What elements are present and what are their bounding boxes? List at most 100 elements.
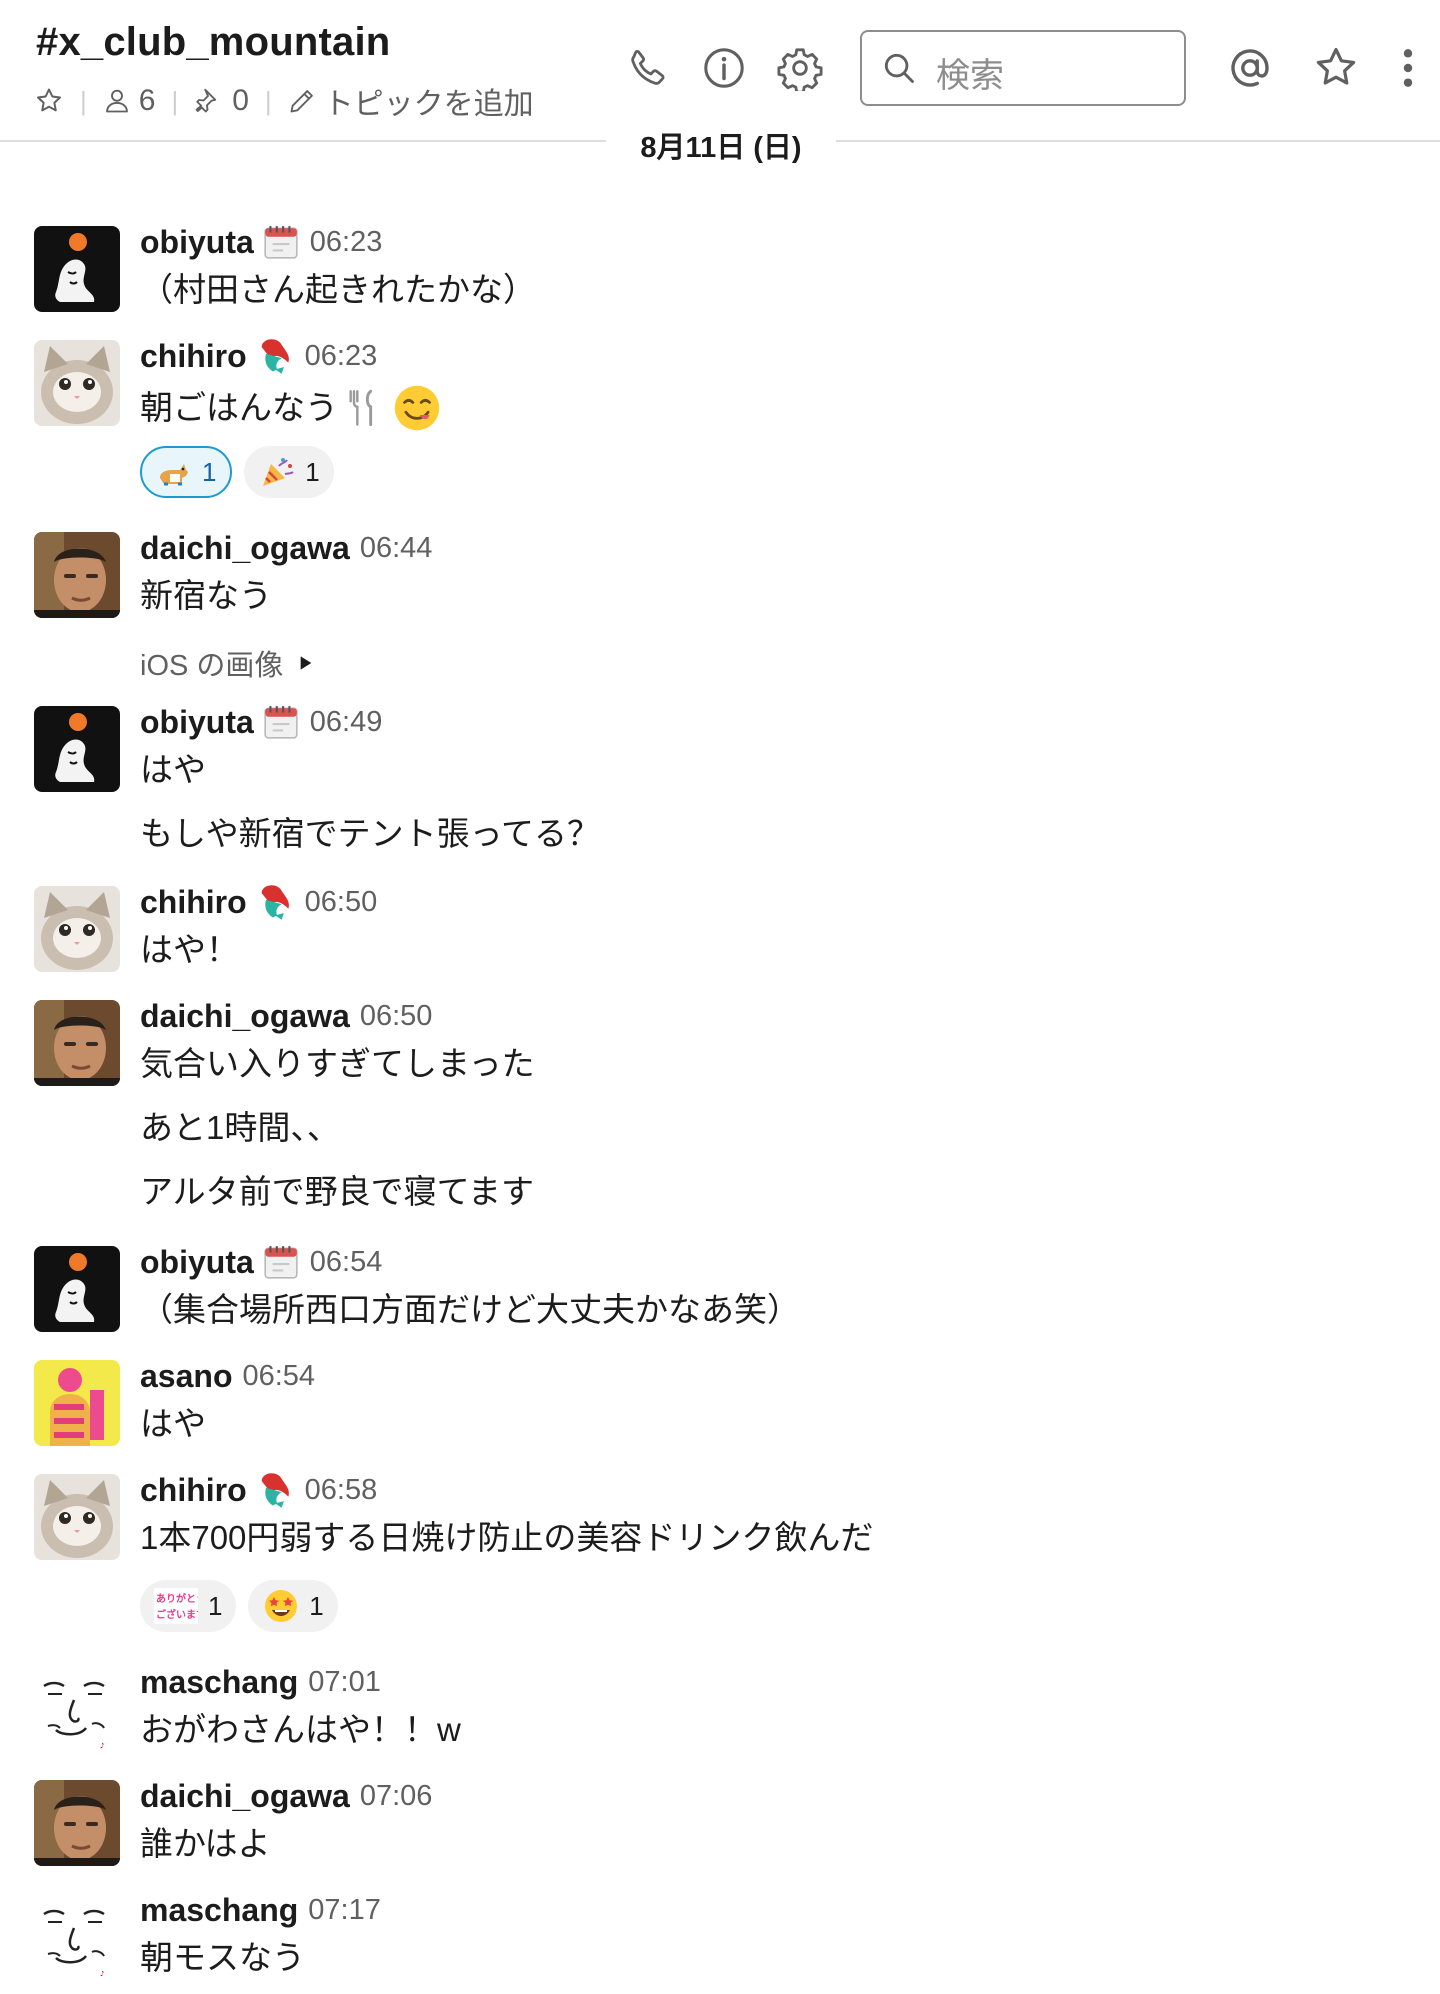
avatar[interactable]: [34, 340, 120, 426]
person-icon: [105, 89, 128, 113]
channel-settings-button[interactable]: [772, 40, 828, 96]
username[interactable]: daichi_ogawa: [140, 998, 350, 1035]
message-header: daichi_ogawa 06:44: [140, 528, 432, 568]
member-count: 6: [138, 84, 156, 117]
mermaid-icon[interactable]: [255, 336, 295, 376]
add-topic-button[interactable]: トピックを追加: [288, 79, 534, 123]
pinned-count: 0: [232, 84, 249, 117]
timestamp[interactable]: 06:23: [310, 226, 383, 259]
reaction-party[interactable]: 1: [244, 446, 335, 498]
more-icon: [1403, 49, 1413, 87]
avatar[interactable]: [34, 1000, 120, 1086]
avatar[interactable]: [34, 886, 120, 972]
phone-icon: [631, 50, 665, 85]
username[interactable]: obiyuta: [140, 704, 254, 741]
avatar[interactable]: [34, 1360, 120, 1446]
avatar[interactable]: [34, 1246, 120, 1332]
username[interactable]: maschang: [140, 1664, 298, 1701]
avatar[interactable]: [34, 532, 120, 618]
message-text: 朝モスなう: [140, 1939, 305, 1976]
message-text: はや: [140, 751, 206, 788]
timestamp[interactable]: 06:54: [242, 1360, 315, 1393]
message-text: 気合い入りすぎてしまった: [140, 1045, 535, 1082]
username[interactable]: chihiro: [140, 1472, 247, 1509]
username[interactable]: daichi_ogawa: [140, 1778, 350, 1815]
reaction-star-struck[interactable]: 1: [248, 1580, 339, 1632]
add-topic-label: トピックを追加: [323, 88, 534, 121]
message-header: chihiro 06:58: [140, 1470, 377, 1510]
image-attachment-toggle[interactable]: iOS の画像: [140, 642, 313, 684]
search-icon: [884, 53, 914, 83]
avatar[interactable]: [34, 706, 120, 792]
username[interactable]: obiyuta: [140, 1244, 254, 1281]
star-struck-icon: [263, 1588, 299, 1624]
pencil-icon: [290, 90, 313, 113]
search-input[interactable]: 検索: [860, 30, 1186, 106]
fork-knife-icon: [344, 383, 384, 433]
mentions-button[interactable]: [1222, 40, 1278, 96]
channel-title[interactable]: #x_club_mountain: [36, 20, 390, 65]
message-header: daichi_ogawa 06:50: [140, 996, 432, 1036]
timestamp[interactable]: 06:54: [310, 1246, 383, 1279]
channel-header: #x_club_mountain | 6 | 0 | トピックを追加 検索: [0, 0, 1440, 140]
attachment-label: iOS の画像: [140, 650, 284, 682]
message-text: （村田さん起きれたかな）: [140, 271, 536, 308]
reaction-count: 1: [208, 1590, 223, 1621]
username[interactable]: chihiro: [140, 884, 247, 921]
timestamp[interactable]: 06:23: [305, 340, 378, 373]
timestamp[interactable]: 06:49: [310, 706, 383, 739]
message-text: 朝ごはんなう: [140, 389, 338, 426]
username[interactable]: chihiro: [140, 338, 247, 375]
message-text: はや！: [140, 931, 239, 968]
timestamp[interactable]: 07:06: [360, 1780, 433, 1813]
message-text: （集合場所西口方面だけど大丈夫かなあ笑）: [140, 1291, 800, 1328]
channel-details-button[interactable]: [696, 40, 752, 96]
message-text: 1本700円弱する日焼け防止の美容ドリンク飲んだ: [140, 1519, 874, 1556]
reaction-count: 1: [202, 456, 217, 487]
avatar[interactable]: [34, 1894, 120, 1980]
message-text: おがわさんはや！！w: [140, 1711, 461, 1748]
mermaid-icon[interactable]: [255, 1470, 295, 1510]
message-text: 新宿なう: [140, 577, 272, 614]
message-text: あと1時間、、: [140, 1109, 340, 1146]
pinned-count-button[interactable]: 0: [194, 84, 249, 118]
message-text: はや: [140, 1405, 206, 1442]
star-channel-button[interactable]: [34, 86, 64, 116]
username[interactable]: maschang: [140, 1892, 298, 1929]
avatar[interactable]: [34, 1666, 120, 1752]
message-text: アルタ前で野良で寝てます: [140, 1173, 535, 1210]
calendar-icon[interactable]: [262, 703, 300, 741]
reaction-corgi[interactable]: 1: [140, 446, 233, 498]
mermaid-icon[interactable]: [255, 882, 295, 922]
reactions: 1 1: [140, 1580, 339, 1632]
starred-items-button[interactable]: [1308, 40, 1364, 96]
timestamp[interactable]: 07:01: [308, 1666, 381, 1699]
call-button[interactable]: [620, 40, 676, 96]
avatar[interactable]: [34, 1474, 120, 1560]
message-header: maschang 07:01: [140, 1662, 381, 1702]
message-body: 朝ごはんなう: [140, 380, 442, 436]
reactions: 1 1: [140, 446, 335, 498]
timestamp[interactable]: 06:58: [305, 1474, 378, 1507]
at-icon: [1231, 49, 1269, 87]
info-icon: [704, 48, 744, 88]
message-header: obiyuta 06:49: [140, 702, 382, 742]
timestamp[interactable]: 06:44: [360, 532, 433, 565]
calendar-icon[interactable]: [262, 223, 300, 261]
username[interactable]: daichi_ogawa: [140, 530, 350, 567]
arigatou-icon: [154, 1588, 198, 1624]
timestamp[interactable]: 06:50: [305, 886, 378, 919]
more-actions-button[interactable]: [1380, 40, 1436, 96]
username[interactable]: asano: [140, 1358, 232, 1395]
date-divider[interactable]: 8月11日 (日): [606, 124, 836, 166]
calendar-icon[interactable]: [262, 1243, 300, 1281]
avatar[interactable]: [34, 1780, 120, 1866]
reaction-arigatou[interactable]: 1: [140, 1580, 237, 1632]
avatar[interactable]: [34, 226, 120, 312]
message-header: chihiro 06:23: [140, 336, 377, 376]
username[interactable]: obiyuta: [140, 224, 254, 261]
member-count-button[interactable]: 6: [103, 84, 156, 118]
timestamp[interactable]: 07:17: [308, 1894, 381, 1927]
timestamp[interactable]: 06:50: [360, 1000, 433, 1033]
message-text: 誰かはよ: [140, 1825, 271, 1862]
